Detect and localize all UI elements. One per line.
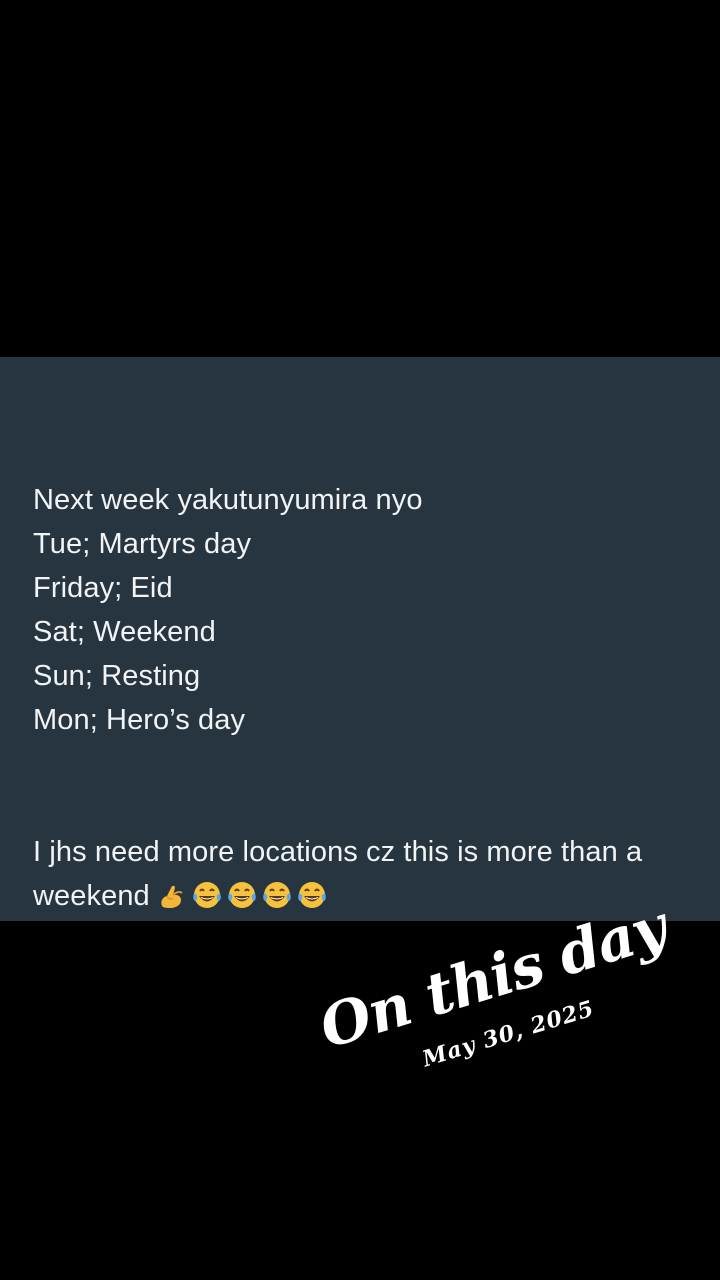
pinching-hand-icon [161, 885, 183, 908]
status-line-monday: Mon; Hero’s day [33, 704, 246, 736]
tears-of-joy-icon [297, 882, 326, 908]
top-black-area [0, 0, 720, 357]
emoji-row [156, 879, 331, 911]
status-text: Next week yakutunyumira nyo Tue; Martyrs… [33, 478, 693, 918]
tears-of-joy-icon [192, 882, 221, 908]
status-line-friday: Friday; Eid [33, 572, 173, 604]
status-line-tuesday: Tue; Martyrs day [33, 528, 252, 560]
tears-of-joy-icon [262, 882, 291, 908]
tears-of-joy-icon [227, 882, 256, 908]
status-line-saturday: Sat; Weekend [33, 616, 216, 648]
status-line-intro: Next week yakutunyumira nyo [33, 484, 423, 516]
status-line-sunday: Sun; Resting [33, 660, 201, 692]
